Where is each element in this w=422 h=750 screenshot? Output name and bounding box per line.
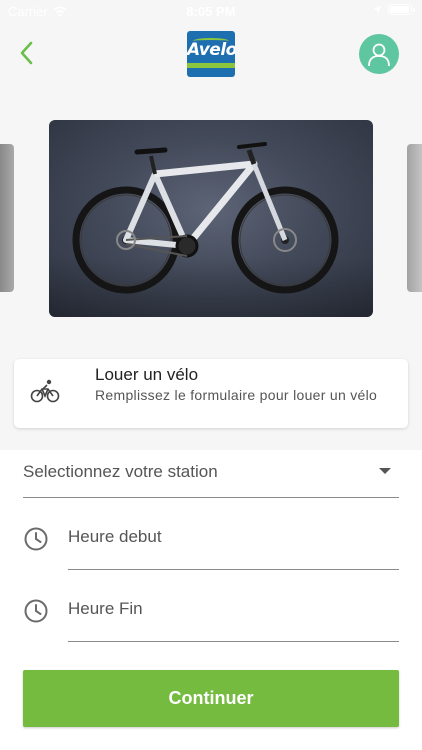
rental-screen: Carrier 8:05 PM Avelo Louer un vélo Remp… [0,0,422,750]
location-icon [373,5,381,14]
bike-image [49,120,373,317]
status-time: 8:05 PM [186,4,236,19]
status-right [372,4,415,15]
status-bar: Carrier 8:05 PM [0,0,422,22]
chevron-left-icon [20,41,33,65]
station-dropdown-label: Selectionnez votre station [23,462,218,481]
rent-bike-card: Louer un vélo Remplissez le formulaire p… [14,359,408,428]
start-time-row: Heure debut [23,518,399,570]
station-dropdown[interactable]: Selectionnez votre station [23,452,399,498]
app-logo: Avelo [187,31,235,77]
start-time-field[interactable]: Heure debut [68,518,399,570]
bicycle-icon [30,379,60,403]
clock-icon [24,599,48,623]
bike-illustration [72,142,339,294]
rent-title: Louer un vélo [95,365,199,384]
carousel-prev-image[interactable] [0,144,14,292]
logo-text: Avelo [187,40,235,60]
continue-button[interactable]: Continuer [23,670,399,727]
profile-avatar-button[interactable] [359,34,399,74]
carousel-next-image[interactable] [407,144,422,292]
end-time-row: Heure Fin [23,590,399,642]
logo-stripe [187,63,235,68]
end-time-label: Heure Fin [68,599,143,618]
end-time-field[interactable]: Heure Fin [68,590,399,642]
user-icon [368,43,390,67]
back-button[interactable] [12,38,42,68]
caret-down-icon [379,468,391,474]
clock-icon [24,527,48,551]
battery-icon [388,4,415,15]
start-time-label: Heure debut [68,527,162,546]
rent-subtitle: Remplissez le formulaire pour louer un v… [95,387,378,403]
